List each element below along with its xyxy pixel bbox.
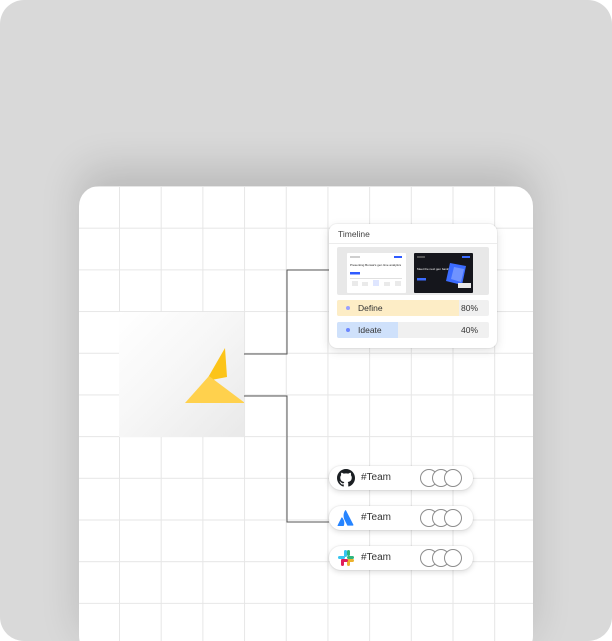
timeline-card[interactable]: Timeline Presenting Bonsai's gen lime an… [329,224,497,348]
progress-ideate-label: Ideate [358,325,382,335]
avatar[interactable] [444,509,462,527]
progress-define-fill [337,300,459,316]
connector-to-timeline [244,269,329,355]
timeline-preview-area: Presenting Bonsai's gen lime analytics M… [337,247,489,295]
preview-dark[interactable]: Meet the next gen banking [414,253,473,293]
progress-define-dot [346,306,350,310]
canvas-board: Timeline Presenting Bonsai's gen lime an… [79,186,533,641]
team-label-atlassian: #Team [361,512,392,523]
preview-light-headline: Presenting Bonsai's gen lime analytics [350,263,402,267]
project-logo-tile[interactable] [119,312,244,437]
avatar-group-github[interactable] [420,469,466,487]
team-pill-slack[interactable]: #Team [329,546,473,570]
avatar-group-slack[interactable] [420,549,466,567]
preview-light-graphic: Presenting Bonsai's gen lime analytics [350,256,402,286]
progress-define-label: Define [358,303,383,313]
progress-define-percent: 80% [460,303,478,313]
preview-light[interactable]: Presenting Bonsai's gen lime analytics [347,253,406,293]
team-pill-github[interactable]: #Team [329,466,473,490]
progress-define[interactable]: Define 80% [337,300,489,316]
progress-ideate[interactable]: Ideate 40% [337,322,489,338]
avatar[interactable] [444,549,462,567]
page-background: Timeline Presenting Bonsai's gen lime an… [0,0,612,641]
team-label-slack: #Team [361,552,392,563]
team-pill-atlassian[interactable]: #Team [329,506,473,530]
avatar[interactable] [444,469,462,487]
slack-icon [338,550,354,566]
connector-to-teams [244,395,329,523]
team-label-github: #Team [361,472,392,483]
atlassian-icon [337,510,354,526]
timeline-title: Timeline [338,229,370,239]
progress-ideate-percent: 40% [460,325,478,335]
timeline-divider [329,243,497,244]
sail-logo-icon [185,348,244,403]
preview-dark-headline: Meet the next gen banking [417,267,453,271]
avatar-group-atlassian[interactable] [420,509,466,527]
progress-ideate-dot [346,328,350,332]
github-icon [337,469,355,487]
preview-dark-graphic: Meet the next gen banking [417,256,471,288]
